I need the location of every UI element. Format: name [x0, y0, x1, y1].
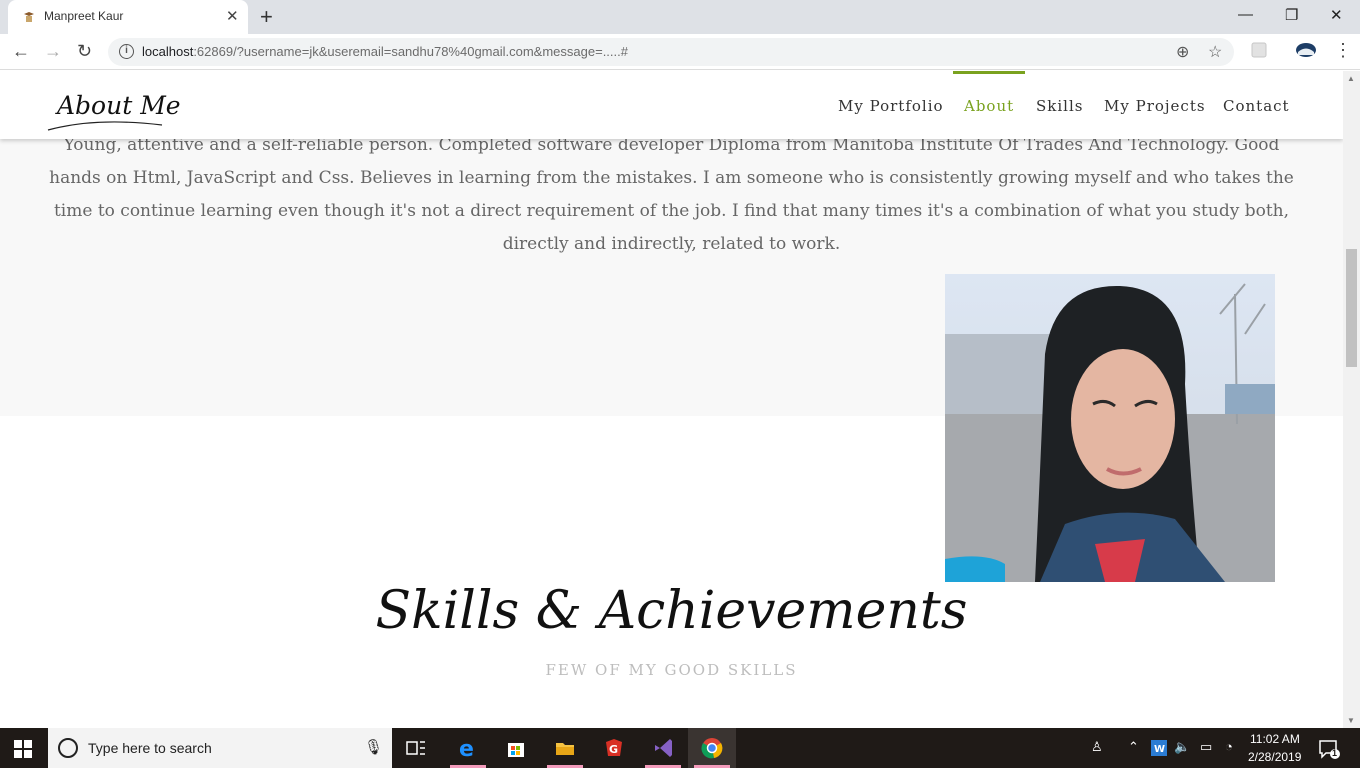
zoom-icon[interactable]: ⊕: [1176, 42, 1189, 62]
people-icon[interactable]: ♙: [1091, 739, 1103, 755]
taskbar-search-placeholder: Type here to search: [88, 740, 212, 756]
scroll-down-arrow-icon[interactable]: ▼: [1347, 716, 1355, 725]
scroll-up-arrow-icon[interactable]: ▲: [1347, 74, 1355, 83]
word-icon[interactable]: W: [1151, 740, 1167, 756]
cortana-icon: [58, 738, 78, 758]
restore-icon[interactable]: ❐: [1285, 6, 1298, 24]
page-viewport: Young, attentive and a self-reliable per…: [0, 71, 1343, 728]
file-explorer-icon[interactable]: [554, 737, 576, 759]
minimize-icon[interactable]: —: [1238, 6, 1253, 23]
browser-tab[interactable]: Manpreet Kaur ✕: [8, 0, 248, 34]
scroll-thumb[interactable]: [1346, 249, 1357, 367]
notification-count: 1: [1332, 748, 1338, 758]
back-icon[interactable]: ←: [12, 41, 30, 62]
svg-text:W: W: [1154, 744, 1165, 755]
volume-muted-icon[interactable]: 🔈: [1174, 739, 1190, 755]
chrome-icon[interactable]: [701, 737, 723, 759]
site-header: About Me My Portfolio About Skills My Pr…: [0, 71, 1343, 139]
logo-swoosh-icon: [47, 121, 163, 131]
address-bar[interactable]: i localhost:62869/?username=jk&useremail…: [108, 38, 1234, 66]
url-host: localhost: [142, 44, 194, 59]
about-paragraph: Young, attentive and a self-reliable per…: [49, 135, 1294, 254]
svg-text:e: e: [459, 737, 474, 759]
nav-skills[interactable]: Skills: [1036, 97, 1083, 115]
task-view-icon[interactable]: [405, 737, 427, 759]
nav-active-indicator: [953, 71, 1025, 74]
bookmark-star-icon[interactable]: ☆: [1208, 42, 1222, 62]
info-icon[interactable]: i: [119, 44, 134, 59]
skills-subtitle: FEW OF MY GOOD SKILLS: [545, 661, 798, 679]
clock-date[interactable]: 2/28/2019: [1248, 750, 1301, 764]
clock-time[interactable]: 11:02 AM: [1250, 732, 1300, 746]
google-app-icon[interactable]: G: [603, 737, 625, 759]
browser-toolbar: ← → ↻ i localhost:62869/?username=jk&use…: [0, 34, 1360, 70]
visual-studio-icon[interactable]: [652, 737, 674, 759]
extension-icon[interactable]: [1251, 42, 1267, 58]
menu-dots-icon[interactable]: ⋮: [1334, 40, 1352, 61]
site-favicon-icon: [24, 12, 34, 22]
windows-start-icon[interactable]: [14, 740, 32, 758]
taskbar-search[interactable]: Type here to search 🎙: [48, 728, 392, 768]
wifi-icon[interactable]: ◔: [1225, 739, 1233, 754]
nav-contact[interactable]: Contact: [1223, 97, 1290, 115]
url-path: :62869/?username=jk&useremail=sandhu78%4…: [193, 44, 628, 59]
windows-taskbar: Type here to search 🎙 e G ♙ ⌃ W 🔈 ▭ ◔ 11…: [0, 728, 1360, 768]
show-hidden-icons[interactable]: ⌃: [1128, 739, 1139, 755]
battery-icon[interactable]: ▭: [1200, 739, 1212, 755]
window-close-icon[interactable]: ✕: [1330, 6, 1343, 24]
nav-about[interactable]: About: [964, 97, 1014, 115]
reload-icon[interactable]: ↻: [77, 41, 92, 62]
nav-my-projects[interactable]: My Projects: [1104, 97, 1206, 115]
new-tab-icon[interactable]: +: [260, 4, 273, 30]
url-text[interactable]: localhost:62869/?username=jk&useremail=s…: [142, 44, 628, 59]
profile-avatar-icon[interactable]: [1296, 43, 1316, 57]
profile-photo: [945, 274, 1275, 582]
edge-browser-icon[interactable]: e: [457, 737, 479, 759]
tab-title: Manpreet Kaur: [44, 9, 124, 23]
skills-title: Skills & Achievements: [375, 581, 968, 641]
page-scrollbar[interactable]: ▲ ▼: [1343, 71, 1360, 728]
store-icon[interactable]: [505, 737, 527, 759]
browser-tab-bar: Manpreet Kaur ✕ + — ❐ ✕: [0, 0, 1360, 34]
nav-my-portfolio[interactable]: My Portfolio: [838, 97, 944, 115]
close-tab-icon[interactable]: ✕: [226, 7, 239, 25]
microphone-icon[interactable]: 🎙: [364, 738, 383, 756]
svg-text:G: G: [609, 743, 618, 756]
forward-icon[interactable]: →: [44, 41, 62, 62]
